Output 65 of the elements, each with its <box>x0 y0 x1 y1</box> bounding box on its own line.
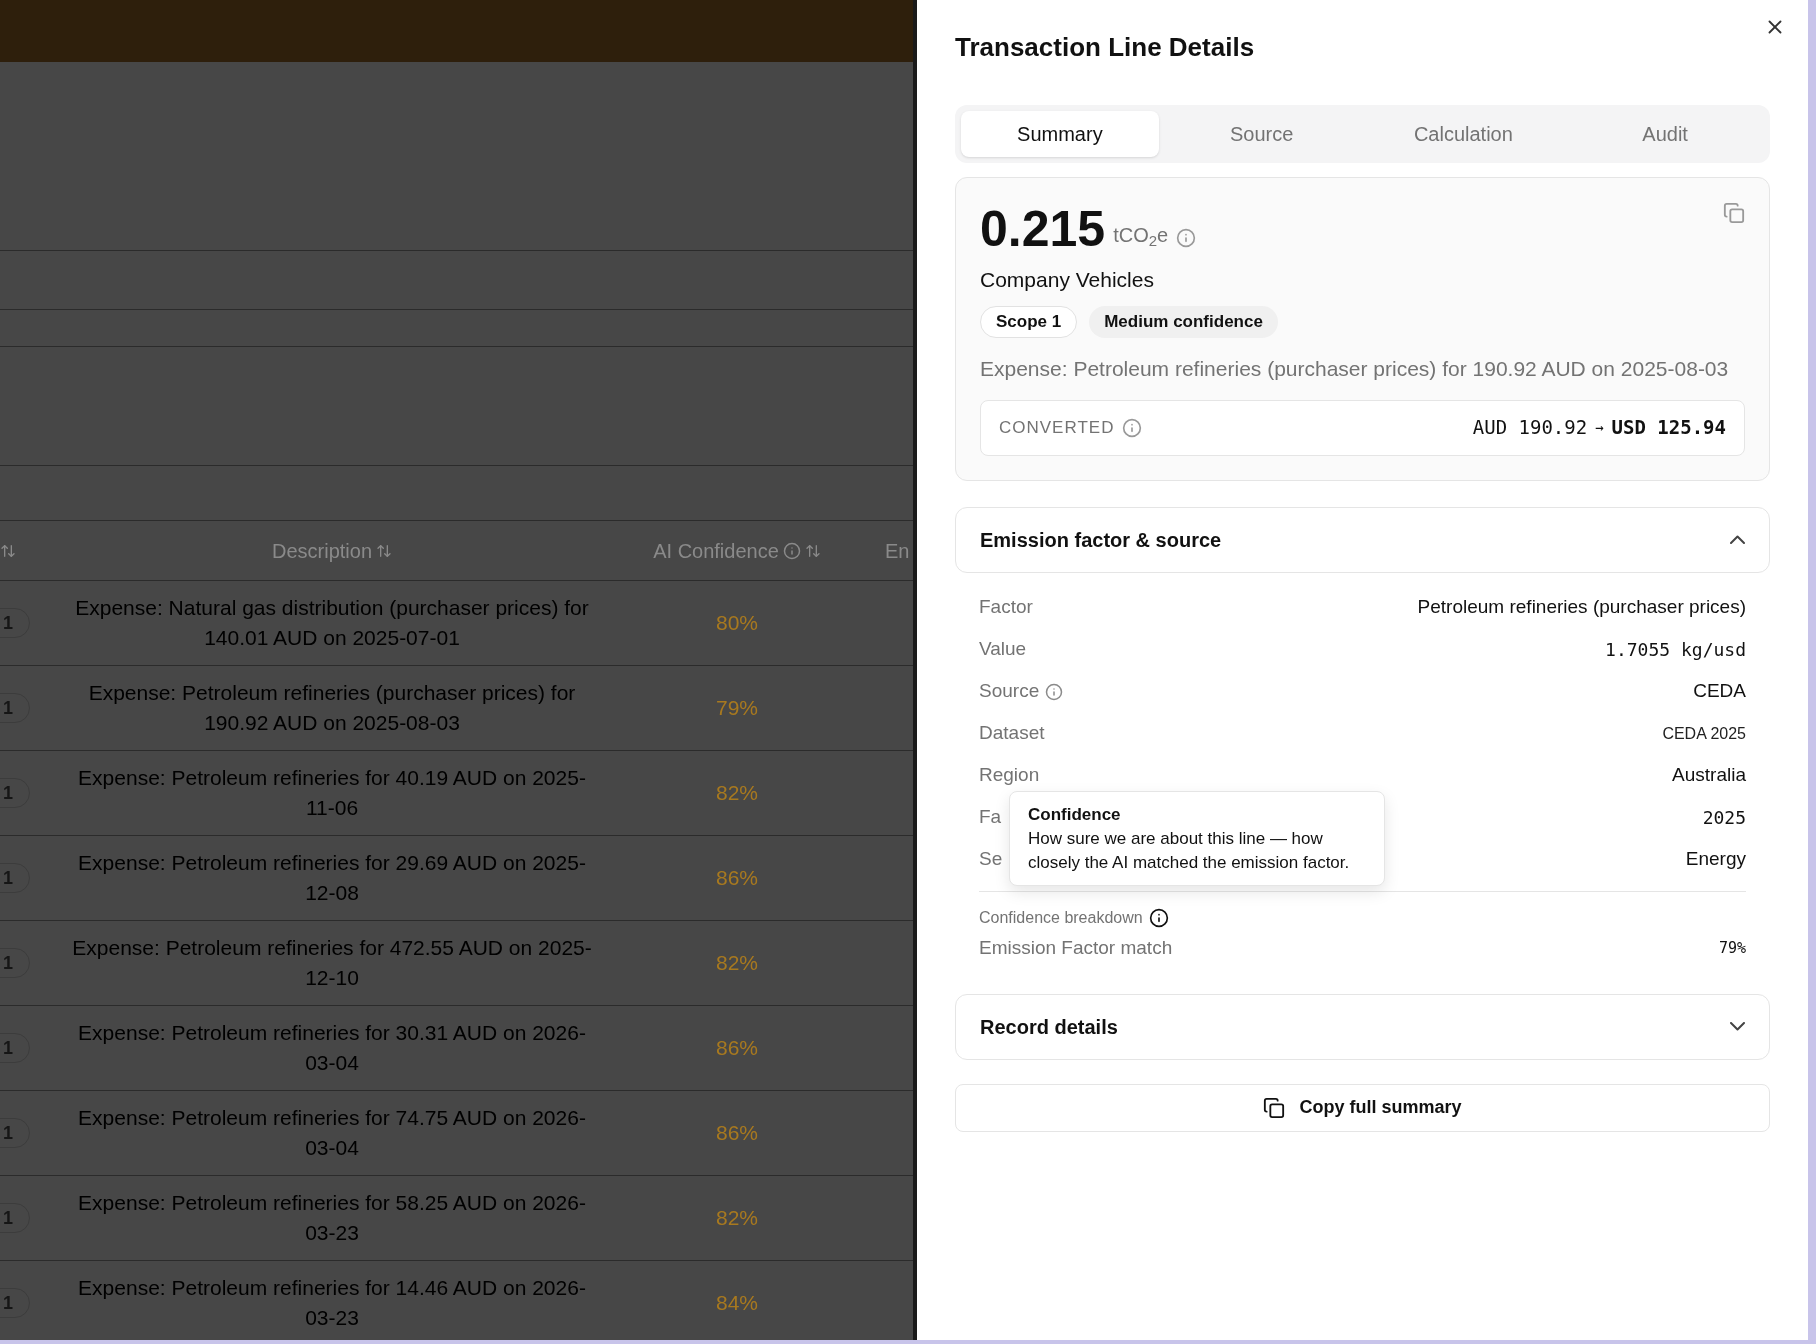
description-cell-text: Expense: Petroleum refineries for 29.69 AUD on 2025-12-08 <box>77 850 587 906</box>
column-header[interactable]: Description <box>271 535 372 566</box>
description-cell-text: Expense: Natural gas distribution (purchaser prices) for 140.01 AUD on 2025-07-01 <box>74 595 590 651</box>
field-value: Petroleum refineries (purchaser prices) <box>1417 595 1746 620</box>
badge: Scope 1 <box>980 305 1078 338</box>
emission-amount: 0.215 <box>980 200 1106 258</box>
confidence-cell-text: 86% <box>716 865 758 892</box>
description-cell-text: Expense: Petroleum refineries (purchaser prices) for 190.92 AUD on 2025-08-03 <box>87 680 577 736</box>
breakdown-title: Confidence breakdown <box>979 907 1143 928</box>
confidence-cell-text: 82% <box>716 950 758 977</box>
description-cell-text: Expense: Petroleum refineries for 74.75 AUD on 2026-03-04 <box>77 1105 587 1161</box>
confidence-cell-text: 82% <box>716 1205 758 1232</box>
copy-icon[interactable] <box>1723 202 1745 224</box>
confidence-cell-text: 84% <box>716 1290 758 1317</box>
confidence-cell-text: 86% <box>716 1035 758 1062</box>
copy-icon <box>1263 1096 1286 1119</box>
field-label: Factor <box>979 595 1033 620</box>
tab[interactable]: Summary <box>961 111 1159 157</box>
breakdown-label: Emission Factor match <box>979 936 1173 961</box>
field-value: 1.7055 kg/usd <box>1605 638 1746 662</box>
sort-icon[interactable] <box>376 542 392 559</box>
category-label: Company Vehicles <box>980 267 1155 293</box>
description-cell-text: Expense: Petroleum refineries for 472.55 AUD on 2025-12-10 <box>71 935 593 991</box>
field-value: 2025 <box>1702 806 1746 830</box>
field-value: CEDA <box>1693 679 1746 704</box>
description-cell-text: Expense: Petroleum refineries for 14.46 AUD on 2026-03-23 <box>77 1275 587 1331</box>
field-label: Value <box>979 637 1027 662</box>
tab[interactable]: Calculation <box>1364 111 1563 157</box>
sort-icon[interactable] <box>804 542 821 559</box>
confidence-cell-text: 86% <box>716 1120 758 1147</box>
badge: Medium confidence <box>1089 305 1278 338</box>
original-amount: AUD 190.92 <box>1472 415 1588 441</box>
breakdown-value: 79% <box>1718 938 1746 960</box>
field-label: Se <box>979 847 1003 872</box>
arrow-glyph: → <box>1595 418 1604 437</box>
tooltip-text: How sure we are about this line — how closely the AI matched the emission factor. <box>1028 828 1351 874</box>
tab[interactable]: Source <box>1162 111 1361 157</box>
sort-icon[interactable] <box>0 542 16 559</box>
converted-amount: USD 125.94 <box>1611 415 1726 441</box>
copy-summary-button[interactable]: Copy full summary <box>955 1083 1770 1132</box>
tooltip-title: Confidence <box>1028 803 1122 826</box>
confidence-cell-text: 82% <box>716 780 758 807</box>
confidence-cell-text: 79% <box>716 695 758 722</box>
info-icon[interactable] <box>1148 907 1169 928</box>
emission-unit: tCO$_{2}$e <box>1113 223 1169 250</box>
section-header[interactable]: Emission factor & source <box>955 506 1770 573</box>
field-label: Source <box>979 679 1040 704</box>
column-header[interactable]: AI Confidence <box>653 535 779 566</box>
info-icon <box>782 541 801 560</box>
field-value: Energy <box>1685 847 1746 872</box>
tab[interactable]: Audit <box>1566 111 1764 157</box>
description-cell-text: Expense: Petroleum refineries for 40.19 AUD on 2025-11-06 <box>77 765 587 821</box>
field-label: Fa <box>979 805 1002 830</box>
panel-title: Transaction Line Details <box>955 31 1256 64</box>
field-value: Australia <box>1672 763 1746 788</box>
section-header[interactable]: Record details <box>955 993 1770 1060</box>
transaction-description: Expense: Petroleum refineries (purchaser prices) for 190.92 AUD on 2025-08-03 <box>980 355 1730 382</box>
converted-label: CONVERTED <box>999 416 1115 439</box>
description-cell-text: Expense: Petroleum refineries for 30.31 AUD on 2026-03-04 <box>77 1020 587 1076</box>
field-label: Region <box>979 763 1040 788</box>
field-value: CEDA 2025 <box>1662 723 1746 744</box>
field-label: Dataset <box>979 721 1045 746</box>
column-header[interactable]: En <box>885 535 910 566</box>
description-cell-text: Expense: Petroleum refineries for 58.25 AUD on 2026-03-23 <box>77 1190 587 1246</box>
confidence-cell-text: 80% <box>716 610 758 637</box>
